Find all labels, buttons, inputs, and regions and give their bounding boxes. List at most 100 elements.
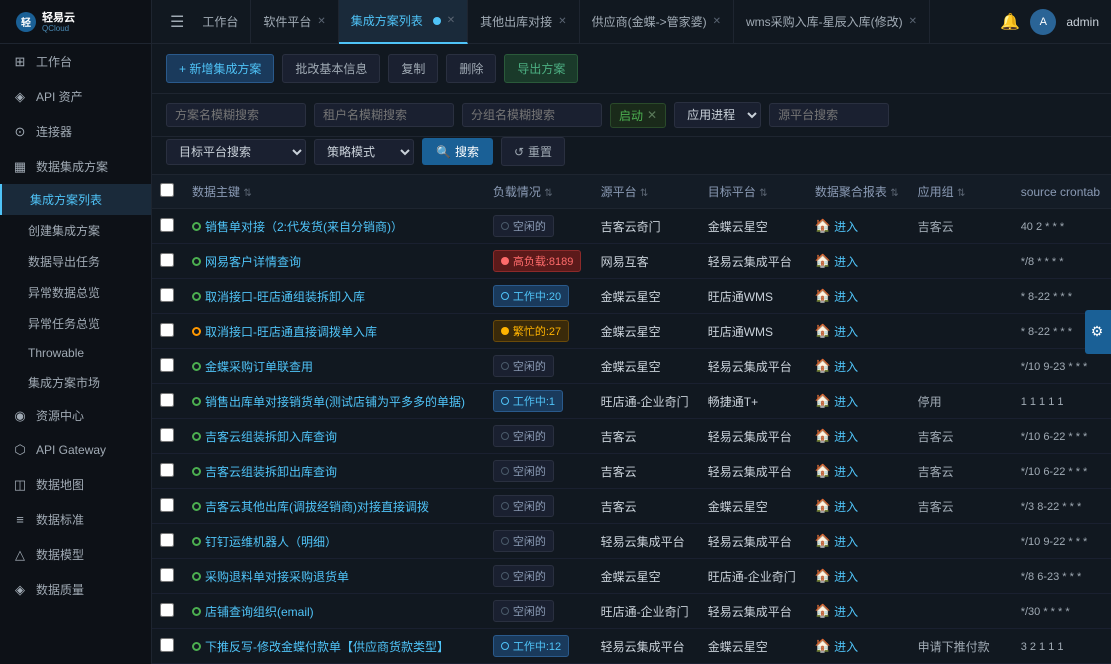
app-progress-select[interactable]: 应用进程 xyxy=(674,102,761,128)
group-name-search[interactable] xyxy=(462,103,602,127)
row-checkbox[interactable] xyxy=(160,638,174,652)
row-scheme-name[interactable]: 钉钉运维机器人（明细） xyxy=(192,535,337,549)
export-button[interactable]: 导出方案 xyxy=(504,54,578,83)
row-scheme-name[interactable]: 下推反写-修改金蝶付款单【供应商货款类型】 xyxy=(192,640,449,654)
row-scheme-name[interactable]: 吉客云组装拆卸出库查询 xyxy=(192,465,337,479)
menu-icon[interactable]: ☰ xyxy=(164,8,190,36)
tab-工作台[interactable]: 工作台 xyxy=(190,0,251,44)
row-scheme-name[interactable]: 店铺查询组织(email) xyxy=(192,605,314,619)
tab-其他出库对接[interactable]: 其他出库对接✕ xyxy=(468,0,579,44)
enter-report-button[interactable]: 🏠进入 xyxy=(815,253,858,270)
tab-close-icon[interactable]: ✕ xyxy=(447,15,455,26)
row-checkbox[interactable] xyxy=(160,253,174,267)
sidebar-item-abnormal-data[interactable]: 异常数据总览 xyxy=(0,277,151,308)
row-scheme-name[interactable]: 取消接口-旺店通组装拆卸入库 xyxy=(192,290,365,304)
tab-close-icon[interactable]: ✕ xyxy=(713,16,721,27)
sort-icon-name[interactable]: ⇅ xyxy=(243,188,251,199)
enter-report-button[interactable]: 🏠进入 xyxy=(815,393,858,410)
row-checkbox[interactable] xyxy=(160,323,174,337)
row-checkbox[interactable] xyxy=(160,463,174,477)
sidebar-item-workbench[interactable]: ⊞工作台 xyxy=(0,44,151,79)
row-checkbox[interactable] xyxy=(160,393,174,407)
tab-软件平台[interactable]: 软件平台✕ xyxy=(251,0,338,44)
sidebar-item-data-map[interactable]: ◫数据地图 xyxy=(0,467,151,502)
row-scheme-name[interactable]: 网易客户详情查询 xyxy=(192,255,301,269)
enter-report-button[interactable]: 🏠进入 xyxy=(815,288,858,305)
new-scheme-button[interactable]: + 新增集成方案 xyxy=(166,54,274,83)
notification-icon[interactable]: 🔔 xyxy=(1000,12,1020,32)
row-checkbox[interactable] xyxy=(160,568,174,582)
sidebar-item-integration-market[interactable]: 集成方案市场 xyxy=(0,367,151,398)
settings-fab[interactable]: ⚙ xyxy=(1085,310,1111,354)
sort-icon-appgroup[interactable]: ⇅ xyxy=(957,188,965,199)
sort-icon-source[interactable]: ⇅ xyxy=(640,188,648,199)
row-scheme-name[interactable]: 销售出库单对接销货单(测试店铺为平多多的单据) xyxy=(192,395,465,409)
status-tag-close[interactable]: ✕ xyxy=(647,108,657,122)
sort-icon-target[interactable]: ⇅ xyxy=(759,188,767,199)
enter-report-button[interactable]: 🏠进入 xyxy=(815,533,858,550)
status-indicator xyxy=(192,537,201,546)
enter-report-button[interactable]: 🏠进入 xyxy=(815,498,858,515)
status-filter-tag[interactable]: 启动 ✕ xyxy=(610,103,666,128)
avatar[interactable]: A xyxy=(1030,9,1056,35)
target-platform-select[interactable]: 目标平台搜索 xyxy=(166,139,306,165)
edit-basic-info-button[interactable]: 批改基本信息 xyxy=(282,54,380,83)
row-scheme-name[interactable]: 采购退料单对接采购退货单 xyxy=(192,570,349,584)
house-icon: 🏠 xyxy=(815,533,831,549)
copy-button[interactable]: 复制 xyxy=(388,54,438,83)
row-checkbox[interactable] xyxy=(160,218,174,232)
sidebar-item-create-integration[interactable]: 创建集成方案 xyxy=(0,215,151,246)
sidebar-item-data-quality[interactable]: ◈数据质量 xyxy=(0,572,151,607)
scheme-name-search[interactable] xyxy=(166,103,306,127)
row-checkbox[interactable] xyxy=(160,498,174,512)
strategy-select[interactable]: 策略模式 xyxy=(314,139,414,165)
enter-report-button[interactable]: 🏠进入 xyxy=(815,428,858,445)
row-scheme-name[interactable]: 吉客云其他出库(调拔经销商)对接直接调拨 xyxy=(192,500,429,514)
search-button[interactable]: 🔍 搜索 xyxy=(422,138,493,165)
sidebar-item-abnormal-task[interactable]: 异常任务总览 xyxy=(0,308,151,339)
source-platform-search[interactable] xyxy=(769,103,889,127)
row-checkbox[interactable] xyxy=(160,288,174,302)
row-source: 金蝶云星空 xyxy=(593,559,700,594)
sidebar-item-data-integration[interactable]: ▦数据集成方案 xyxy=(0,149,151,184)
tab-wms采购入库-星辰入库(修改)[interactable]: wms采购入库-星辰入库(修改)✕ xyxy=(734,0,930,44)
sidebar-item-resource-center[interactable]: ◉资源中心 xyxy=(0,398,151,433)
tab-close-icon[interactable]: ✕ xyxy=(909,16,917,27)
sidebar-item-connector[interactable]: ⊙连接器 xyxy=(0,114,151,149)
enter-report-button[interactable]: 🏠进入 xyxy=(815,323,858,340)
row-scheme-name[interactable]: 取消接口-旺店通直接调拨单入库 xyxy=(192,325,377,339)
sidebar-item-throwable[interactable]: Throwable xyxy=(0,339,151,367)
row-checkbox[interactable] xyxy=(160,533,174,547)
enter-report-button[interactable]: 🏠进入 xyxy=(815,603,858,620)
enter-report-button[interactable]: 🏠进入 xyxy=(815,463,858,480)
row-scheme-name[interactable]: 金蝶采购订单联查用 xyxy=(192,360,313,374)
enter-report-button[interactable]: 🏠进入 xyxy=(815,218,858,235)
tab-供应商(金蝶->管家婆)[interactable]: 供应商(金蝶->管家婆)✕ xyxy=(580,0,734,44)
tab-集成方案列表[interactable]: 集成方案列表✕ xyxy=(339,0,468,44)
select-all-checkbox[interactable] xyxy=(160,183,174,197)
sidebar-item-integration-list[interactable]: 集成方案列表 xyxy=(0,184,151,215)
row-scheme-name[interactable]: 吉客云组装拆卸入库查询 xyxy=(192,430,337,444)
sidebar-item-data-model[interactable]: △数据模型 xyxy=(0,537,151,572)
sidebar-item-data-export-task[interactable]: 数据导出任务 xyxy=(0,246,151,277)
tenant-name-search[interactable] xyxy=(314,103,454,127)
enter-report-button[interactable]: 🏠进入 xyxy=(815,568,858,585)
topbar-right: 🔔 A admin xyxy=(1000,9,1099,35)
tab-close-icon[interactable]: ✕ xyxy=(317,16,325,27)
reset-button[interactable]: ↺ 重置 xyxy=(501,137,565,166)
status-indicator xyxy=(192,257,201,266)
row-checkbox[interactable] xyxy=(160,358,174,372)
enter-report-button[interactable]: 🏠进入 xyxy=(815,638,858,655)
enter-report-button[interactable]: 🏠进入 xyxy=(815,358,858,375)
row-checkbox[interactable] xyxy=(160,428,174,442)
row-scheme-name[interactable]: 销售单对接（2:代发货(来自分销商)） xyxy=(192,220,403,234)
delete-button[interactable]: 删除 xyxy=(446,54,496,83)
sort-icon-report[interactable]: ⇅ xyxy=(890,188,898,199)
sidebar-item-api-assets[interactable]: ◈API 资产 xyxy=(0,79,151,114)
sort-icon-load[interactable]: ⇅ xyxy=(544,188,552,199)
sidebar-item-api-gateway[interactable]: ⬡API Gateway xyxy=(0,433,151,467)
row-checkbox[interactable] xyxy=(160,603,174,617)
sidebar-item-data-standard[interactable]: ≡数据标准 xyxy=(0,502,151,537)
sidebar-item-label: 集成方案列表 xyxy=(30,191,102,208)
tab-close-icon[interactable]: ✕ xyxy=(558,16,566,27)
